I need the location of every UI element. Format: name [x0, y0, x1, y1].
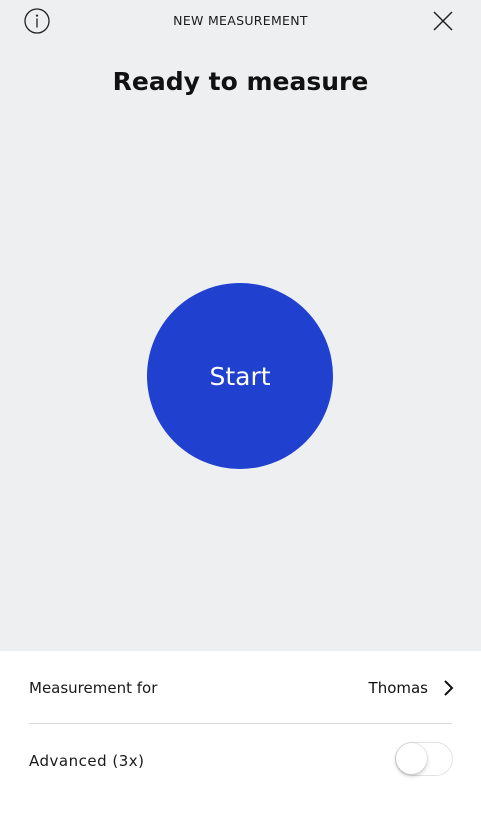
header-bar: NEW MEASUREMENT [0, 0, 481, 44]
chevron-right-icon [444, 680, 454, 696]
measurement-for-value: Thomas [368, 679, 428, 697]
header-title: NEW MEASUREMENT [173, 13, 308, 28]
toggle-knob [396, 743, 427, 774]
start-button[interactable]: Start [147, 283, 333, 469]
close-button[interactable] [431, 9, 455, 33]
advanced-toggle[interactable] [395, 742, 453, 776]
advanced-label: Advanced (3x) [29, 752, 145, 770]
measurement-for-row[interactable]: Measurement for Thomas [0, 651, 481, 723]
settings-panel: Measurement for Thomas Advanced (3x) [0, 651, 481, 827]
close-icon [433, 11, 453, 31]
measurement-panel: NEW MEASUREMENT Ready to measure Start [0, 0, 481, 651]
page-title: Ready to measure [112, 67, 369, 96]
new-measurement-screen: NEW MEASUREMENT Ready to measure Start M… [0, 0, 481, 827]
measurement-for-label: Measurement for [29, 679, 158, 697]
start-button-label: Start [209, 361, 271, 391]
